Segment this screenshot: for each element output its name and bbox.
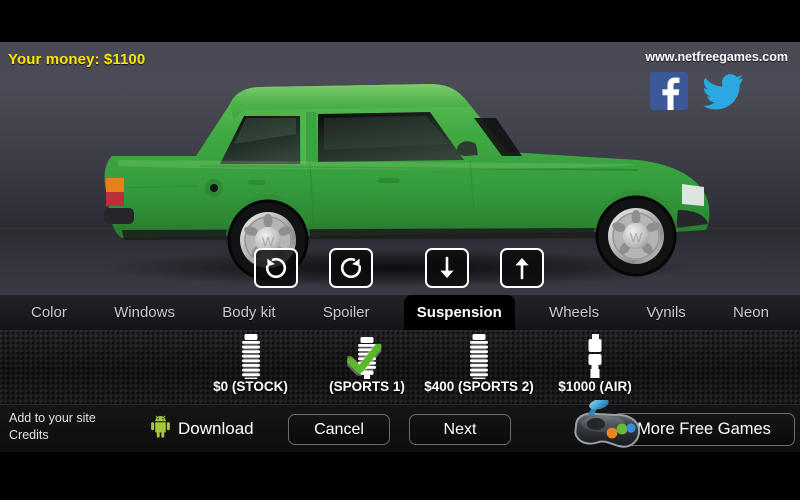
social-links	[650, 72, 744, 110]
letterbox-top	[0, 0, 800, 42]
coil-spring-icon	[413, 332, 545, 380]
next-button[interactable]: Next	[409, 414, 511, 445]
gamepad-icon[interactable]	[563, 398, 647, 454]
tab-vynils[interactable]: Vynils	[633, 295, 698, 330]
tab-body-kit[interactable]: Body kit	[209, 295, 288, 330]
suspension-items: $0 (STOCK) (SPORTS 1) $400 (SPORTS 2) $1…	[0, 330, 800, 404]
item-price-label: $1000 (AIR)	[558, 379, 632, 394]
android-icon	[150, 415, 171, 443]
item-option[interactable]: $0 (STOCK)	[198, 330, 303, 404]
rotate-left-button[interactable]	[254, 248, 298, 288]
lower-button[interactable]	[425, 248, 469, 288]
tab-wheels[interactable]: Wheels	[536, 295, 612, 330]
bottom-toolbar: Add to your site Credits Download Cancel…	[0, 404, 800, 453]
twitter-icon[interactable]	[702, 72, 744, 110]
category-tabbar: Color Windows Body kit Spoiler Suspension Whe…	[0, 295, 800, 330]
item-option[interactable]: $1000 (AIR)	[536, 330, 654, 404]
item-price-label: $0 (STOCK)	[213, 379, 288, 394]
svg-text:W: W	[262, 234, 275, 249]
download-label: Download	[178, 419, 254, 438]
add-to-your-site-link[interactable]: Add to your site	[9, 410, 96, 427]
raise-button[interactable]	[500, 248, 544, 288]
tab-neon[interactable]: Neon	[720, 295, 782, 330]
item-option[interactable]: (SPORTS 1)	[313, 330, 421, 404]
cancel-button[interactable]: Cancel	[288, 414, 390, 445]
item-price-label: (SPORTS 1)	[329, 379, 405, 394]
coil-spring-short-icon	[313, 332, 421, 380]
facebook-icon[interactable]	[650, 72, 688, 110]
item-option[interactable]: $400 (SPORTS 2)	[413, 330, 545, 404]
tab-windows[interactable]: Windows	[101, 295, 188, 330]
coil-spring-icon	[198, 332, 303, 380]
rotate-right-button[interactable]	[329, 248, 373, 288]
tab-spoiler[interactable]: Spoiler	[310, 295, 383, 330]
tab-color[interactable]: Color	[18, 295, 80, 330]
category-tabs: Color Windows Body kit Spoiler Suspension Whe…	[0, 295, 800, 330]
credits-link[interactable]: Credits	[9, 427, 96, 444]
viewer-controls	[0, 248, 800, 292]
letterbox-bottom	[0, 452, 800, 500]
svg-text:W: W	[630, 230, 643, 245]
tab-suspension[interactable]: Suspension	[403, 295, 515, 330]
item-price-label: $400 (SPORTS 2)	[424, 379, 534, 394]
site-links: Add to your site Credits	[9, 410, 96, 444]
download-button[interactable]: Download	[150, 415, 254, 443]
air-shock-icon	[536, 332, 654, 380]
game-screen: W W Your money: $1100 www.netfreegames.c…	[0, 0, 800, 500]
site-url-label: www.netfreegames.com	[645, 50, 788, 64]
money-label: Your money: $1100	[8, 51, 146, 68]
